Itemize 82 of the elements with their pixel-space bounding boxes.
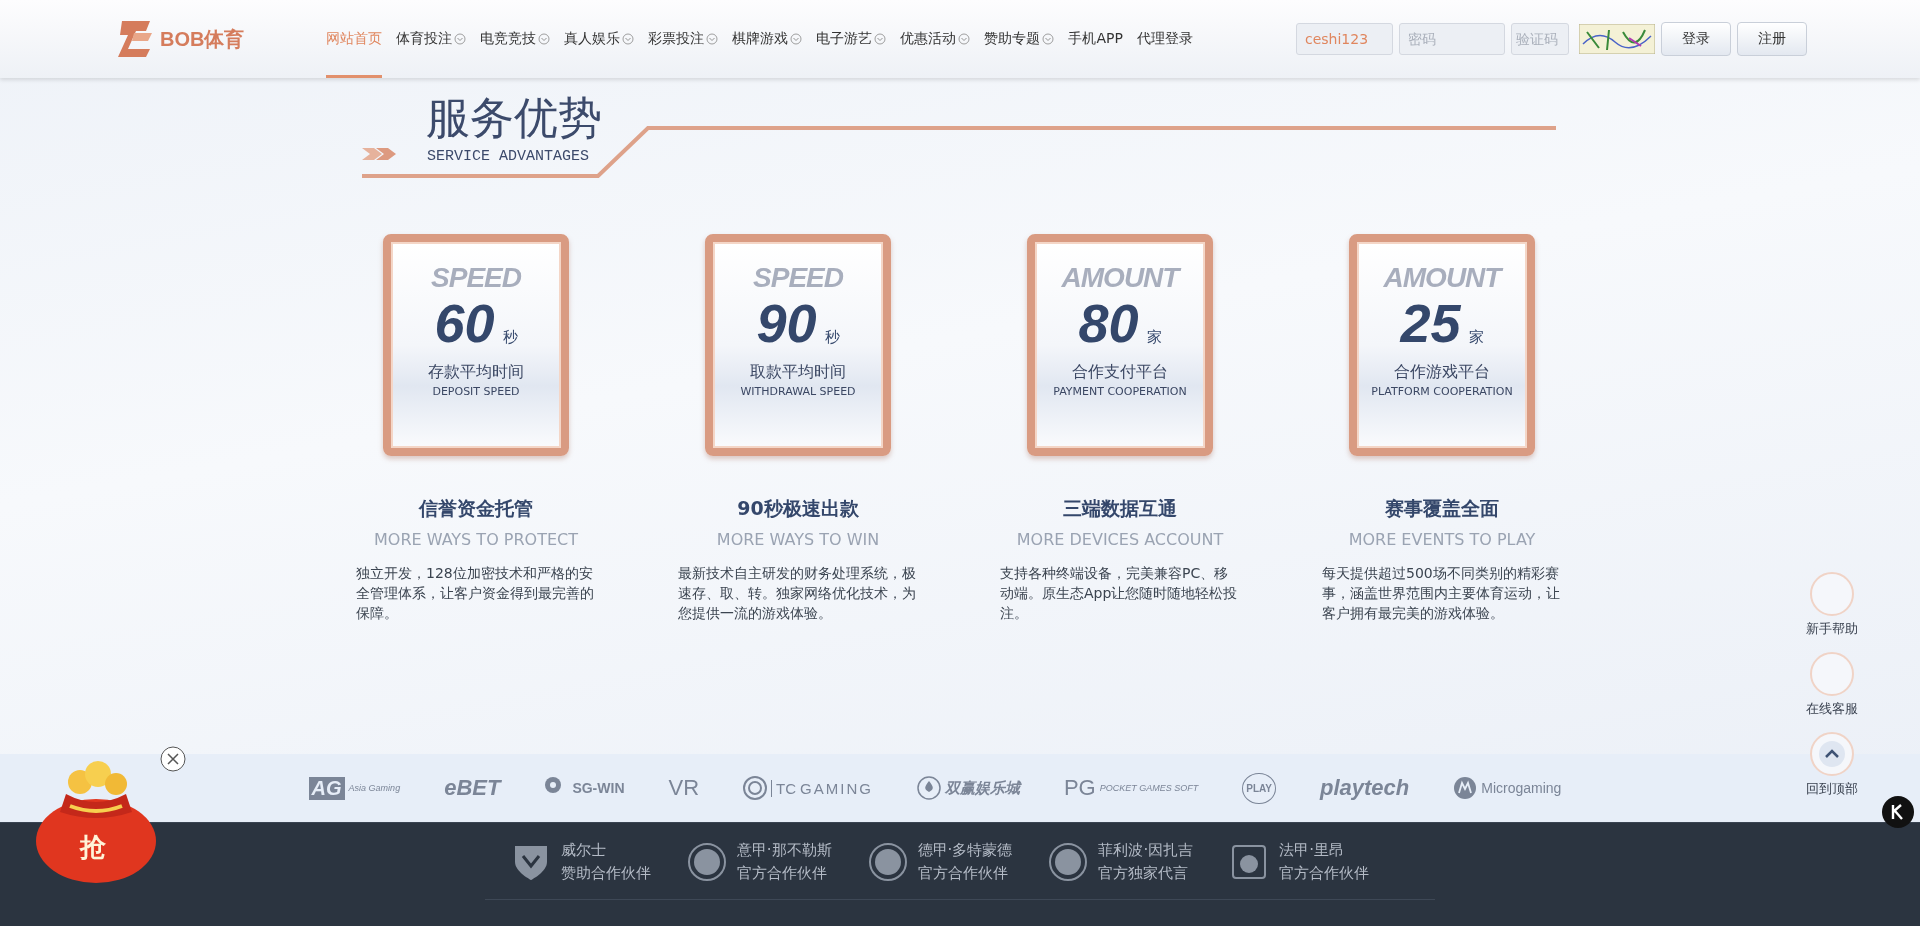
partner-role: 赞助合作伙伴 <box>560 864 651 883</box>
feature-heading: 赛事覆盖全面 <box>1385 496 1499 521</box>
nav-link[interactable]: 代理登录 <box>1136 30 1193 48</box>
stat-label: 合作游戏平台 <box>1394 362 1490 383</box>
feature-heading: 信誉资金托管 <box>419 496 533 521</box>
partner-role: 官方合作伙伴 <box>1279 864 1370 883</box>
club-emblem-icon <box>686 842 727 882</box>
feature-description: 最新技术自主研发的财务处理系统，极速存、取、转。独家网络优化技术，为您提供一流的游戏体验。 <box>678 564 917 623</box>
platform-logo: PG <box>1063 775 1096 801</box>
register-button[interactable]: 注册 <box>1737 22 1807 56</box>
grab-label[interactable]: 抢 <box>80 830 106 865</box>
club-emblem-icon <box>1048 842 1089 882</box>
active-indicator <box>326 75 383 78</box>
feature-subheading: MORE WAYS TO WIN <box>716 530 880 549</box>
platform-logo: AG <box>308 776 345 800</box>
arrow-up-icon <box>1818 740 1846 768</box>
platform-logo: Microgaming <box>1481 780 1562 796</box>
nav-link[interactable]: 彩票投注 <box>648 30 719 48</box>
feature-subheading: MORE WAYS TO PROTECT <box>374 530 578 549</box>
chat-widget-icon <box>1882 796 1914 828</box>
partner-name: 菲利波·因扎吉 <box>1098 841 1194 860</box>
stat-label-english: DEPOSIT SPEED <box>432 385 520 398</box>
close-button[interactable] <box>160 746 186 775</box>
platform-logo-caption: POCKET GAMES SOFT <box>1099 783 1199 793</box>
feature-description: 支持各种终端设备，完美兼容PC、移动端。原生态App让您随时随地轻松投注。 <box>1000 564 1239 623</box>
stat-number: 90 <box>756 292 817 354</box>
feature-subheading: MORE DEVICES ACCOUNT <box>1016 530 1224 549</box>
partner-name: 法甲·里昂 <box>1279 841 1345 860</box>
partner-name: 威尔士 <box>560 841 607 860</box>
feature-heading: 三端数据互通 <box>1063 496 1177 521</box>
feature-description: 每天提供超过500场不同类别的精彩赛事，涵盖世界范围内主要体育运动，让客户拥有最完美的游戏体验。 <box>1322 564 1561 623</box>
partner-role: 官方合作伙伴 <box>917 864 1009 883</box>
feature-description: 独立开发，128位加密技术和严格的安全管理体系，让客户资金得到最完善的保障。 <box>356 564 595 623</box>
emblem-icon <box>743 776 768 800</box>
stat-unit: 家 <box>1468 328 1484 347</box>
section-subtitle: SERVICE ADVANTAGES <box>427 148 590 165</box>
nav-link[interactable]: 电子游艺 <box>816 30 887 48</box>
partner-name: 意甲·那不勒斯 <box>736 841 832 860</box>
stat-label: 合作支付平台 <box>1072 362 1168 383</box>
stat-number: 80 <box>1078 292 1139 354</box>
platform-logo-caption: Asia Gaming <box>348 783 401 793</box>
nav-link[interactable]: 电竞竞技 <box>480 30 551 48</box>
stat-number: 25 <box>1400 292 1461 354</box>
nav-link[interactable]: 手机APP <box>1068 30 1123 48</box>
stat-label: 存款平均时间 <box>428 362 524 383</box>
stat-label: 取款平均时间 <box>750 362 846 383</box>
password-field[interactable]: 密码 <box>1399 23 1505 55</box>
close-icon <box>160 746 186 772</box>
nav-link[interactable]: 棋牌游戏 <box>732 30 803 48</box>
nav-link[interactable]: 优惠活动 <box>900 30 971 48</box>
platform-logo: 双赢娱乐城 <box>944 778 1020 798</box>
stat-caption: SPEED <box>431 262 521 294</box>
platform-logo-caption: GAMING <box>800 783 873 793</box>
platform-logo: SG-WIN <box>572 780 625 796</box>
stat-label-english: PLATFORM COOPERATION <box>1371 385 1513 398</box>
nav-link[interactable]: 体育投注 <box>396 30 467 48</box>
stat-unit: 家 <box>1146 328 1162 347</box>
stat-number: 60 <box>434 292 495 354</box>
login-button[interactable]: 登录 <box>1661 22 1731 56</box>
nav-link[interactable]: 赞助专题 <box>984 30 1055 48</box>
platform-logo: VR <box>668 775 700 801</box>
partner-name: 德甲·多特蒙德 <box>917 841 1013 860</box>
logo-icon <box>116 19 154 59</box>
club-emblem-icon <box>867 842 908 882</box>
stat-caption: AMOUNT <box>1061 262 1179 294</box>
stat-label-english: WITHDRAWAL SPEED <box>740 385 856 398</box>
captcha-field[interactable]: 验证码 <box>1511 23 1569 55</box>
stat-label-english: PAYMENT COOPERATION <box>1053 385 1187 398</box>
globe-icon <box>1453 776 1478 800</box>
section-title: 服务优势 <box>426 92 602 144</box>
feature-heading: 90秒极速出款 <box>737 496 859 521</box>
partner-role: 官方合作伙伴 <box>736 864 828 883</box>
partner-role: 官方独家代言 <box>1098 864 1190 883</box>
platform-logo: eBET <box>444 775 501 801</box>
platform-logo: TC <box>771 779 797 797</box>
feature-subheading: MORE EVENTS TO PLAY <box>1348 530 1536 549</box>
stat-unit: 秒 <box>502 328 518 347</box>
stat-unit: 秒 <box>824 328 840 347</box>
platform-logo: playtech <box>1320 775 1410 801</box>
stat-caption: AMOUNT <box>1383 262 1501 294</box>
stat-caption: SPEED <box>753 262 843 294</box>
nav-link[interactable]: 真人娱乐 <box>564 30 635 48</box>
